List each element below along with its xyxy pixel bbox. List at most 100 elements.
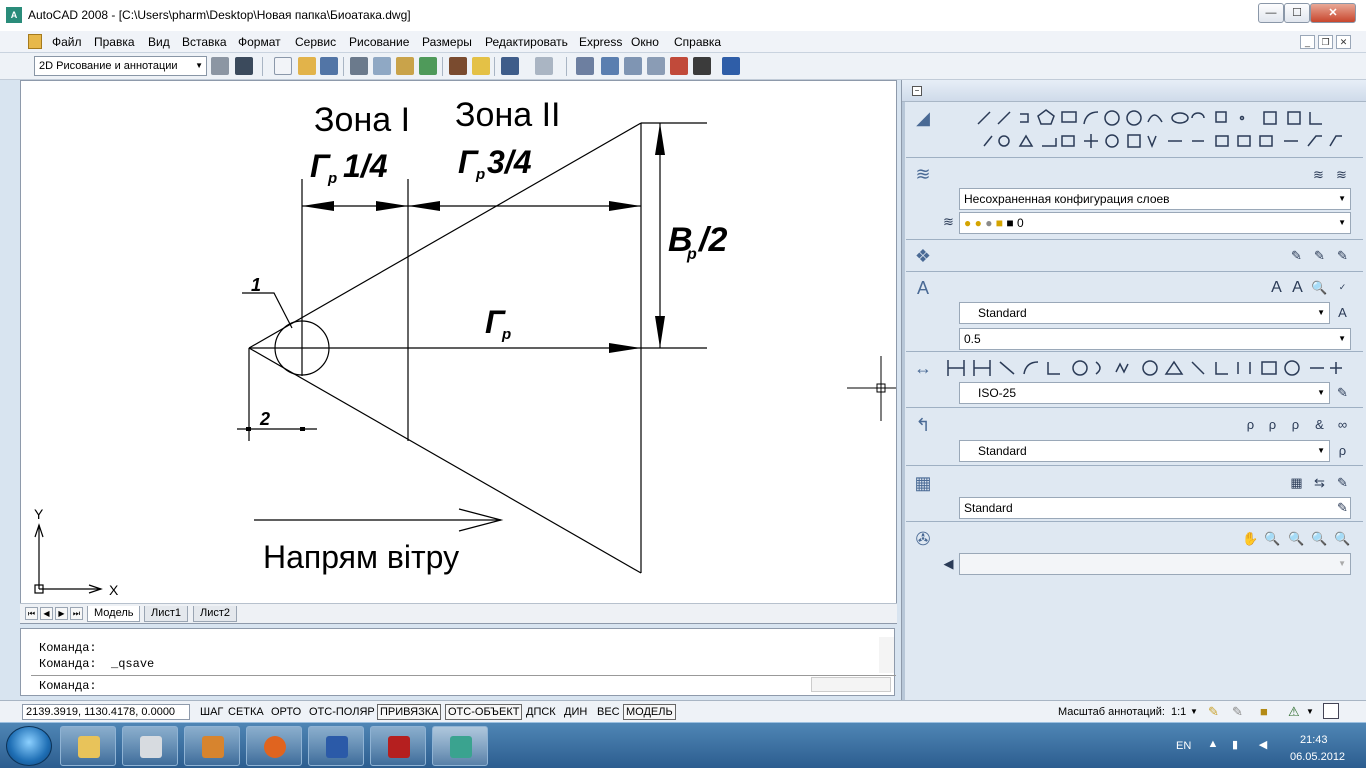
show-hidden-icons-icon[interactable]: ▲	[1206, 738, 1220, 752]
taskbar-firefox[interactable]	[246, 726, 302, 766]
navigation-panel-icon[interactable]: ✇	[912, 528, 934, 550]
workspace-select[interactable]: 2D Рисование и аннотации ▼	[34, 56, 207, 76]
menu-tools[interactable]: Сервис	[295, 35, 336, 49]
tables-panel-icon[interactable]: ▦	[912, 472, 934, 494]
auto-scale-icon[interactable]: ✎	[1232, 704, 1243, 720]
multiline-text-icon[interactable]: A	[1268, 279, 1285, 296]
table-style-manager-icon[interactable]: ✎	[1334, 499, 1351, 516]
menu-view[interactable]: Вид	[148, 35, 170, 49]
taskbar-autocad[interactable]	[432, 726, 488, 766]
taskbar-word[interactable]	[308, 726, 364, 766]
dim-style-manager-icon[interactable]: ✎	[1334, 384, 1351, 401]
view-back-icon[interactable]: ◀	[940, 555, 957, 572]
menu-help[interactable]: Справка	[674, 35, 721, 49]
insert-block-icon[interactable]: ✎	[1288, 247, 1305, 264]
collect-leaders-icon[interactable]: ∞	[1334, 416, 1351, 433]
workspace-settings-icon[interactable]	[211, 57, 229, 75]
minimize-button[interactable]: —	[1258, 3, 1284, 23]
annotation-scale-value[interactable]: 1:1	[1171, 706, 1186, 718]
toggle-otrack[interactable]: ОТС-ОБЪЕКТ	[445, 704, 523, 720]
language-indicator[interactable]: EN	[1176, 740, 1191, 752]
command-scrollbar[interactable]	[879, 637, 894, 673]
layer-states-icon[interactable]: ≋	[1333, 166, 1350, 183]
link-data-icon[interactable]: ⇆	[1311, 474, 1328, 491]
menu-window[interactable]: Окно	[631, 35, 659, 49]
match-properties-icon[interactable]	[472, 57, 490, 75]
sheet-set-icon[interactable]	[670, 57, 688, 75]
draw-panel-icon[interactable]: ◢	[912, 107, 934, 129]
next-tab-icon[interactable]: ▶	[55, 607, 68, 620]
layer-state-select[interactable]: Несохраненная конфигурация слоев ▼	[959, 188, 1351, 210]
multileader-icon[interactable]: ρ	[1242, 416, 1259, 433]
named-views-select[interactable]: ▼	[959, 553, 1351, 575]
doc-minimize-button[interactable]: _	[1300, 35, 1315, 49]
layer-select[interactable]: ● ● ● ■ ■ 0 ▼	[959, 212, 1351, 234]
doc-restore-button[interactable]: ❐	[1318, 35, 1333, 49]
taskbar-winrar[interactable]	[184, 726, 240, 766]
draw-tools-icons[interactable]	[972, 106, 1352, 154]
text-style-select[interactable]: Standard ▼	[959, 302, 1330, 324]
toggle-polar[interactable]: ОТС-ПОЛЯР	[306, 704, 378, 720]
menu-express[interactable]: Express	[579, 35, 622, 49]
palette-collapse-icon[interactable]: −	[912, 86, 922, 96]
plot-icon[interactable]	[350, 57, 368, 75]
zoom-realtime-icon[interactable]: 🔍	[1264, 530, 1281, 547]
single-line-text-icon[interactable]: A	[1289, 279, 1306, 296]
menu-modify[interactable]: Редактировать	[485, 35, 568, 49]
drawing-svg[interactable]: Зона I Зона II Г р 1/4 Г р 3/4 В р /2 Г …	[21, 81, 896, 603]
blocks-panel-icon[interactable]: ❖	[912, 245, 934, 267]
layer-previous-icon[interactable]: ≋	[940, 213, 957, 230]
chevron-down-icon[interactable]: ▼	[1338, 213, 1346, 233]
toolbar-lock-icon[interactable]	[235, 57, 253, 75]
chevron-down-icon[interactable]: ▼	[1338, 329, 1346, 349]
undo-icon[interactable]	[501, 57, 519, 75]
text-style-manager-icon[interactable]: A	[1334, 304, 1351, 321]
3d-dwf-icon[interactable]	[419, 57, 437, 75]
new-file-icon[interactable]	[274, 57, 292, 75]
command-hscrollbar[interactable]	[811, 677, 891, 692]
chevron-down-icon[interactable]: ▼	[1317, 303, 1325, 323]
layer-properties-icon[interactable]: ≋	[1310, 166, 1327, 183]
tool-palettes-icon[interactable]	[647, 57, 665, 75]
toggle-osnap[interactable]: ПРИВЯЗКА	[377, 704, 442, 720]
document-icon[interactable]	[28, 34, 42, 49]
toggle-snap[interactable]: ШАГ	[197, 704, 226, 720]
toggle-dyn[interactable]: ДИН	[561, 704, 590, 720]
save-icon[interactable]	[320, 57, 338, 75]
add-leader-icon[interactable]: ρ	[1264, 416, 1281, 433]
insert-table-icon[interactable]: ▦	[1288, 474, 1305, 491]
pan-realtime-icon[interactable]	[576, 57, 594, 75]
toolbar-lock-status-icon[interactable]: ■	[1260, 704, 1268, 719]
status-menu-icon[interactable]: ▼	[1306, 707, 1314, 716]
toggle-model[interactable]: МОДЕЛЬ	[623, 704, 676, 720]
taskbar-explorer[interactable]	[60, 726, 116, 766]
mleader-style-manager-icon[interactable]: ρ	[1334, 442, 1351, 459]
chevron-down-icon[interactable]: ▼	[1338, 554, 1346, 574]
chevron-down-icon[interactable]: ▼	[1338, 189, 1346, 209]
status-tray-icon[interactable]: ⚠	[1288, 704, 1300, 720]
find-text-icon[interactable]: 🔍	[1311, 279, 1328, 296]
multileader-panel-icon[interactable]: ↰	[912, 414, 934, 436]
extract-data-icon[interactable]: ✎	[1334, 474, 1351, 491]
toggle-grid[interactable]: СЕТКА	[225, 704, 267, 720]
tab-sheet2[interactable]: Лист2	[193, 606, 238, 622]
redo-icon[interactable]	[535, 57, 553, 75]
doc-close-button[interactable]: ✕	[1336, 35, 1351, 49]
cut-icon[interactable]	[449, 57, 467, 75]
mleader-style-select[interactable]: Standard ▼	[959, 440, 1330, 462]
chevron-down-icon[interactable]: ▼	[1317, 441, 1325, 461]
align-leaders-icon[interactable]: &	[1311, 416, 1328, 433]
tab-sheet1[interactable]: Лист1	[144, 606, 189, 622]
taskbar-calculator[interactable]	[122, 726, 178, 766]
zoom-previous-icon[interactable]: 🔍	[1311, 530, 1328, 547]
menu-draw[interactable]: Рисование	[349, 35, 409, 49]
chevron-down-icon[interactable]: ▼	[1190, 707, 1198, 716]
taskbar-acrobat[interactable]	[370, 726, 426, 766]
table-style-select[interactable]: Standard	[959, 497, 1351, 519]
chevron-down-icon[interactable]: ▼	[195, 57, 203, 75]
spell-check-icon[interactable]: ✓	[1334, 279, 1351, 296]
remove-leader-icon[interactable]: ρ	[1287, 416, 1304, 433]
close-button[interactable]: ✕	[1310, 3, 1356, 23]
palette-title-strip[interactable]	[902, 102, 905, 700]
pan-icon[interactable]: ✋	[1242, 530, 1259, 547]
